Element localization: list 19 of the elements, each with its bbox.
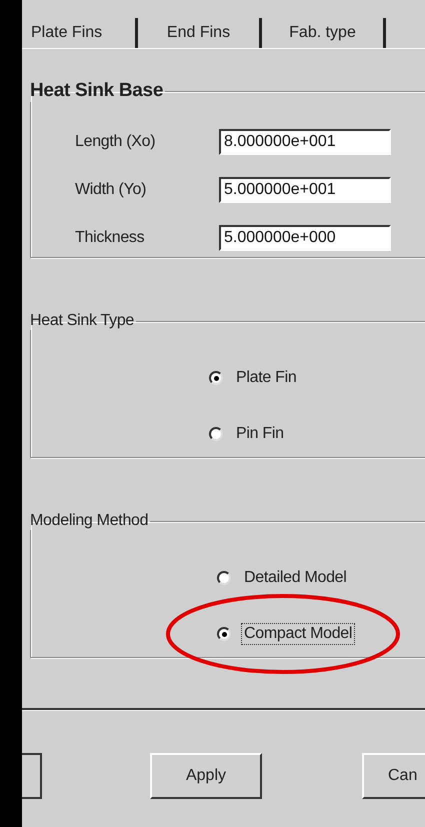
input-field[interactable]: 8.000000e+001: [219, 129, 391, 155]
radio-label[interactable]: Compact Model: [241, 623, 356, 645]
dialog-button[interactable]: Can: [362, 753, 425, 799]
radio-label[interactable]: Detailed Model: [241, 567, 350, 589]
field-label: Thickness: [74, 229, 146, 247]
radio-button[interactable]: [209, 371, 223, 385]
input-field[interactable]: 5.000000e+000: [219, 225, 391, 251]
radio-button[interactable]: [217, 627, 231, 641]
radio-button[interactable]: [217, 571, 231, 585]
field-label: Length (Xo): [74, 133, 156, 151]
radio-label[interactable]: Plate Fin: [233, 367, 300, 389]
radio-label[interactable]: Pin Fin: [233, 423, 287, 445]
input-field[interactable]: 5.000000e+001: [219, 177, 391, 203]
group-title: Heat Sink Base: [30, 80, 164, 102]
group-title: Modeling Method: [30, 512, 150, 530]
group-title: Heat Sink Type: [30, 312, 136, 330]
field-label: Width (Yo): [74, 181, 148, 199]
dialog-button[interactable]: Apply: [150, 753, 262, 799]
radio-button[interactable]: [209, 427, 223, 441]
